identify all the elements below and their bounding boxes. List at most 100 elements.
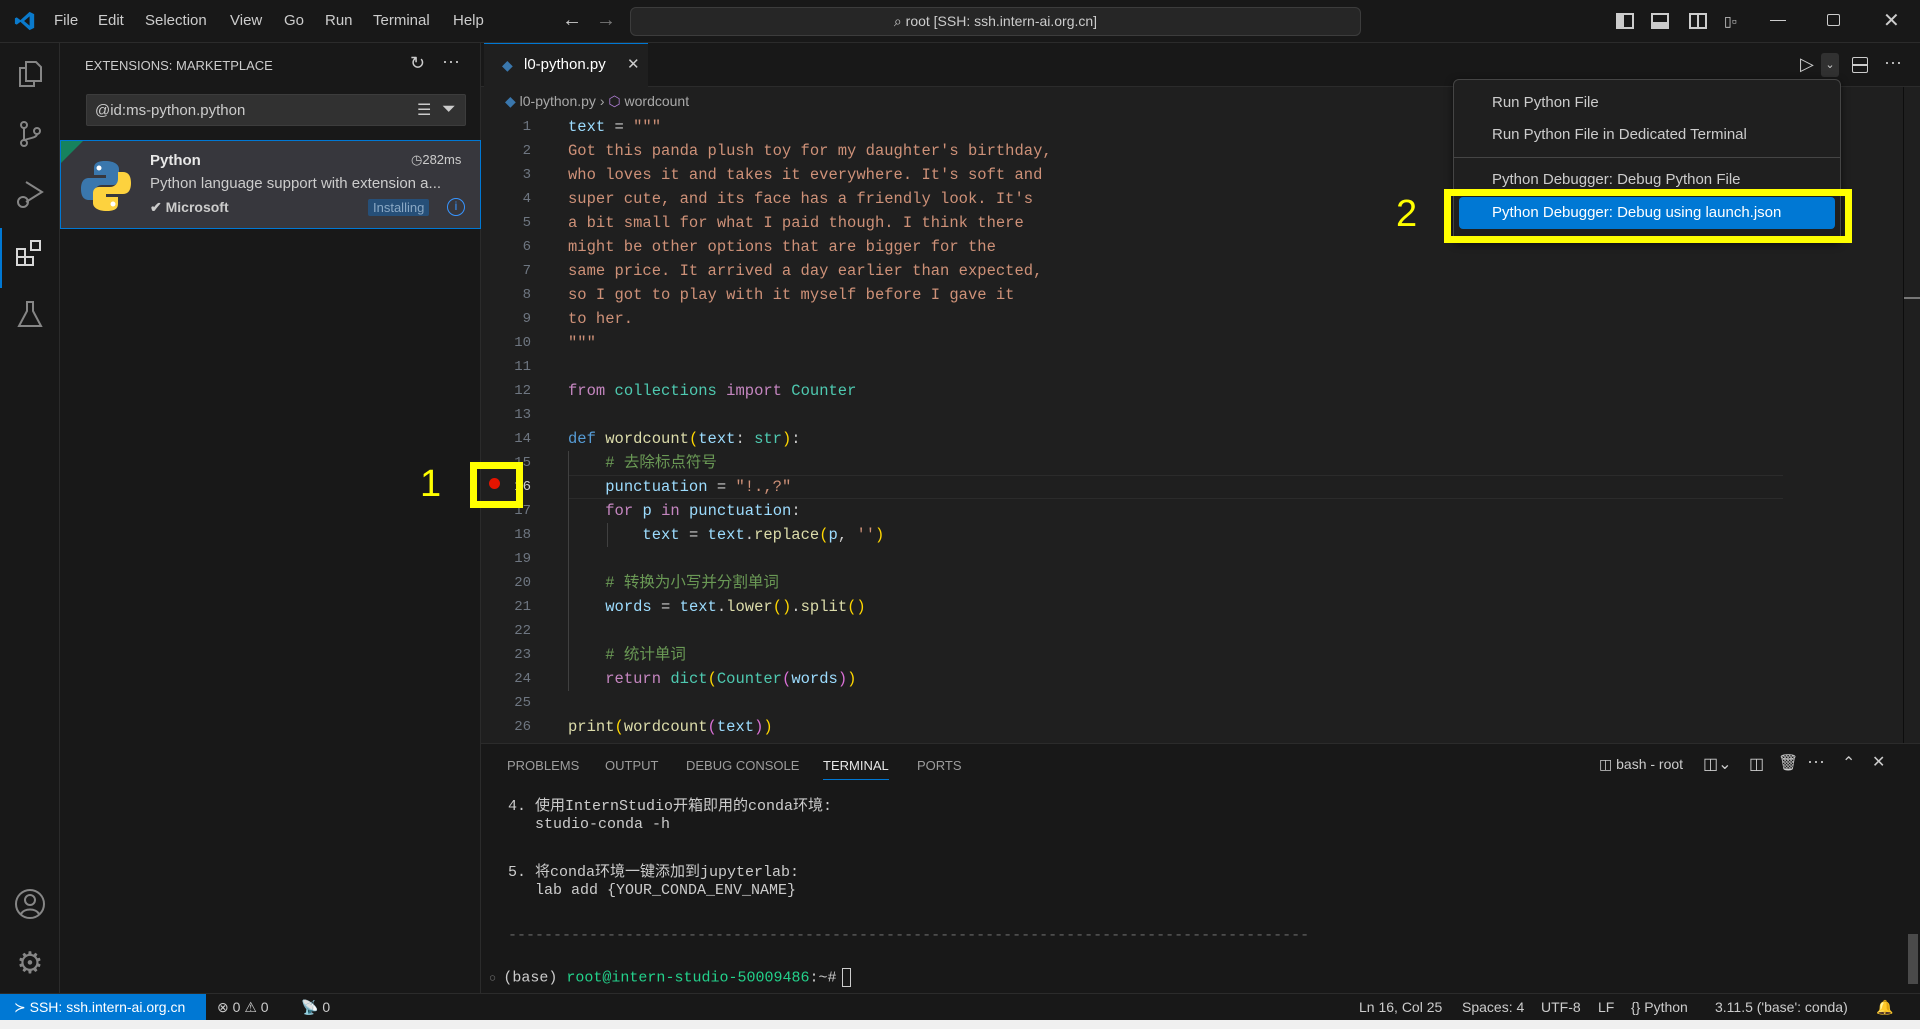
- code-line: so I got to play with it myself before I…: [568, 283, 1052, 307]
- ports-indicator[interactable]: 📡 0: [301, 999, 330, 1016]
- code-line: punctuation = "!.,?": [568, 475, 1052, 499]
- tab-l0-python[interactable]: ◆ l0-python.py ✕: [484, 43, 648, 87]
- notifications-bell-icon[interactable]: 🔔: [1876, 999, 1893, 1016]
- code-token: (: [819, 526, 829, 544]
- back-arrow-icon[interactable]: ←: [562, 9, 582, 32]
- menu-selection[interactable]: Selection: [145, 12, 207, 29]
- editor-scrollbar[interactable]: [1903, 87, 1920, 743]
- problems-indicator[interactable]: ⊗ 0 ⚠ 0: [217, 999, 269, 1016]
- new-terminal-dropdown-icon[interactable]: ◫⌄: [1703, 754, 1732, 774]
- code-token: who loves it and takes it everywhere. It…: [568, 166, 1043, 184]
- window-bottom-edge: [0, 1020, 1920, 1029]
- run-dropdown-chevron-icon[interactable]: ⌄: [1821, 53, 1839, 77]
- menu-item-debug-python-file[interactable]: Python Debugger: Debug Python File: [1492, 171, 1741, 188]
- terminal-instance[interactable]: ◫ bash - root: [1599, 756, 1683, 773]
- cursor-position[interactable]: Ln 16, Col 25: [1359, 999, 1442, 1015]
- annotation-box-1: [470, 462, 523, 508]
- panel-tab-output[interactable]: OUTPUT: [605, 758, 658, 773]
- code-token: collections: [614, 382, 717, 400]
- error-icon: ⊗: [217, 999, 233, 1015]
- panel-tab-problems[interactable]: PROBLEMS: [507, 758, 579, 773]
- extension-item-python[interactable]: Python ◷282ms Python language support wi…: [60, 140, 481, 229]
- run-python-file-icon[interactable]: ▷: [1800, 54, 1814, 75]
- terminal-split-icon: ◫: [1599, 756, 1617, 772]
- maximize-panel-icon[interactable]: ⌃: [1842, 753, 1855, 773]
- run-and-debug-icon[interactable]: [14, 178, 46, 210]
- refresh-icon[interactable]: ↻: [410, 53, 425, 74]
- panel-tab-ports[interactable]: PORTS: [917, 758, 962, 773]
- line-number: 24: [514, 671, 531, 687]
- close-tab-icon[interactable]: ✕: [627, 55, 640, 73]
- line-number: 10: [514, 335, 531, 351]
- menu-view[interactable]: View: [230, 12, 262, 29]
- toggle-secondary-sidebar-icon[interactable]: [1689, 13, 1707, 29]
- code-token: ): [847, 670, 857, 688]
- menu-item-run-dedicated-terminal[interactable]: Run Python File in Dedicated Terminal: [1492, 126, 1747, 143]
- remote-indicator[interactable]: ≻ SSH: ssh.intern-ai.org.cn: [0, 994, 206, 1021]
- more-actions-icon[interactable]: ···: [1884, 52, 1902, 73]
- encoding[interactable]: UTF-8: [1541, 999, 1581, 1015]
- language-mode[interactable]: {} Python: [1631, 999, 1688, 1015]
- code-token: ): [837, 670, 848, 688]
- code-token: """: [568, 334, 596, 352]
- settings-gear-icon[interactable]: ⚙: [14, 948, 46, 980]
- code-token: =: [679, 526, 708, 544]
- account-icon[interactable]: [14, 888, 46, 920]
- split-editor-icon[interactable]: [1852, 57, 1868, 73]
- menu-item-run-python-file[interactable]: Run Python File: [1492, 94, 1599, 111]
- code-line: a bit small for what I paid though. I th…: [568, 211, 1052, 235]
- code-line: return dict(Counter(words)): [568, 667, 1052, 691]
- extension-search-input[interactable]: @id:ms-python.python ☰ ⏷: [86, 94, 466, 126]
- toggle-sidebar-icon[interactable]: [1616, 13, 1634, 29]
- restore-button[interactable]: [1827, 14, 1840, 26]
- trash-icon[interactable]: 🗑: [1778, 753, 1798, 773]
- close-panel-icon[interactable]: ✕: [1872, 752, 1885, 772]
- minimize-button[interactable]: [1770, 20, 1786, 21]
- code-token: for: [605, 502, 634, 520]
- more-actions-icon[interactable]: ···: [442, 51, 460, 72]
- extensions-icon[interactable]: [14, 238, 46, 270]
- code-token: (: [707, 670, 717, 688]
- code-token: Counter: [791, 382, 857, 400]
- code-token: text: [716, 718, 755, 736]
- python-interpreter[interactable]: 3.11.5 ('base': conda): [1715, 999, 1848, 1015]
- testing-icon[interactable]: [14, 298, 46, 330]
- explorer-icon[interactable]: [14, 58, 46, 90]
- code-line: # 去除标点符号: [568, 451, 1052, 475]
- menu-run[interactable]: Run: [325, 12, 353, 29]
- filter-icon[interactable]: ⏷: [442, 99, 456, 119]
- panel-tab-debug-console[interactable]: DEBUG CONSOLE: [686, 758, 799, 773]
- code-token: .: [791, 598, 801, 616]
- close-window-button[interactable]: ✕: [1883, 8, 1900, 33]
- code-token: (): [772, 598, 792, 616]
- code-token: to her.: [568, 310, 634, 328]
- menu-terminal[interactable]: Terminal: [373, 12, 430, 29]
- code-content[interactable]: text = """ Got this panda plush toy for m…: [568, 115, 1052, 739]
- code-token: Got this panda plush toy for my daughter…: [568, 142, 1052, 160]
- menu-go[interactable]: Go: [284, 12, 304, 29]
- indentation[interactable]: Spaces: 4: [1462, 999, 1524, 1015]
- menu-edit[interactable]: Edit: [98, 12, 124, 29]
- source-control-icon[interactable]: [14, 118, 46, 150]
- end-of-line[interactable]: LF: [1598, 999, 1614, 1015]
- forward-arrow-icon[interactable]: →: [596, 9, 616, 32]
- line-number: 21: [514, 599, 531, 615]
- clear-filter-icon[interactable]: ☰: [417, 100, 431, 120]
- command-center[interactable]: ⌕ root [SSH: ssh.intern-ai.org.cn]: [630, 7, 1361, 36]
- terminal-scrollbar[interactable]: [1908, 934, 1918, 984]
- panel-tab-terminal[interactable]: TERMINAL: [823, 758, 889, 780]
- split-terminal-icon[interactable]: ◫: [1749, 754, 1764, 774]
- menu-file[interactable]: File: [54, 12, 78, 29]
- line-number: 9: [522, 311, 531, 327]
- more-actions-icon[interactable]: ···: [1807, 751, 1825, 772]
- menu-help[interactable]: Help: [453, 12, 484, 29]
- terminal-prompt[interactable]: ○ (base) root@intern-studio-50009486:~#: [489, 968, 852, 987]
- customize-layout-icon[interactable]: ▯▫: [1724, 13, 1742, 29]
- info-icon[interactable]: i: [447, 198, 465, 216]
- toggle-panel-icon[interactable]: [1651, 13, 1669, 29]
